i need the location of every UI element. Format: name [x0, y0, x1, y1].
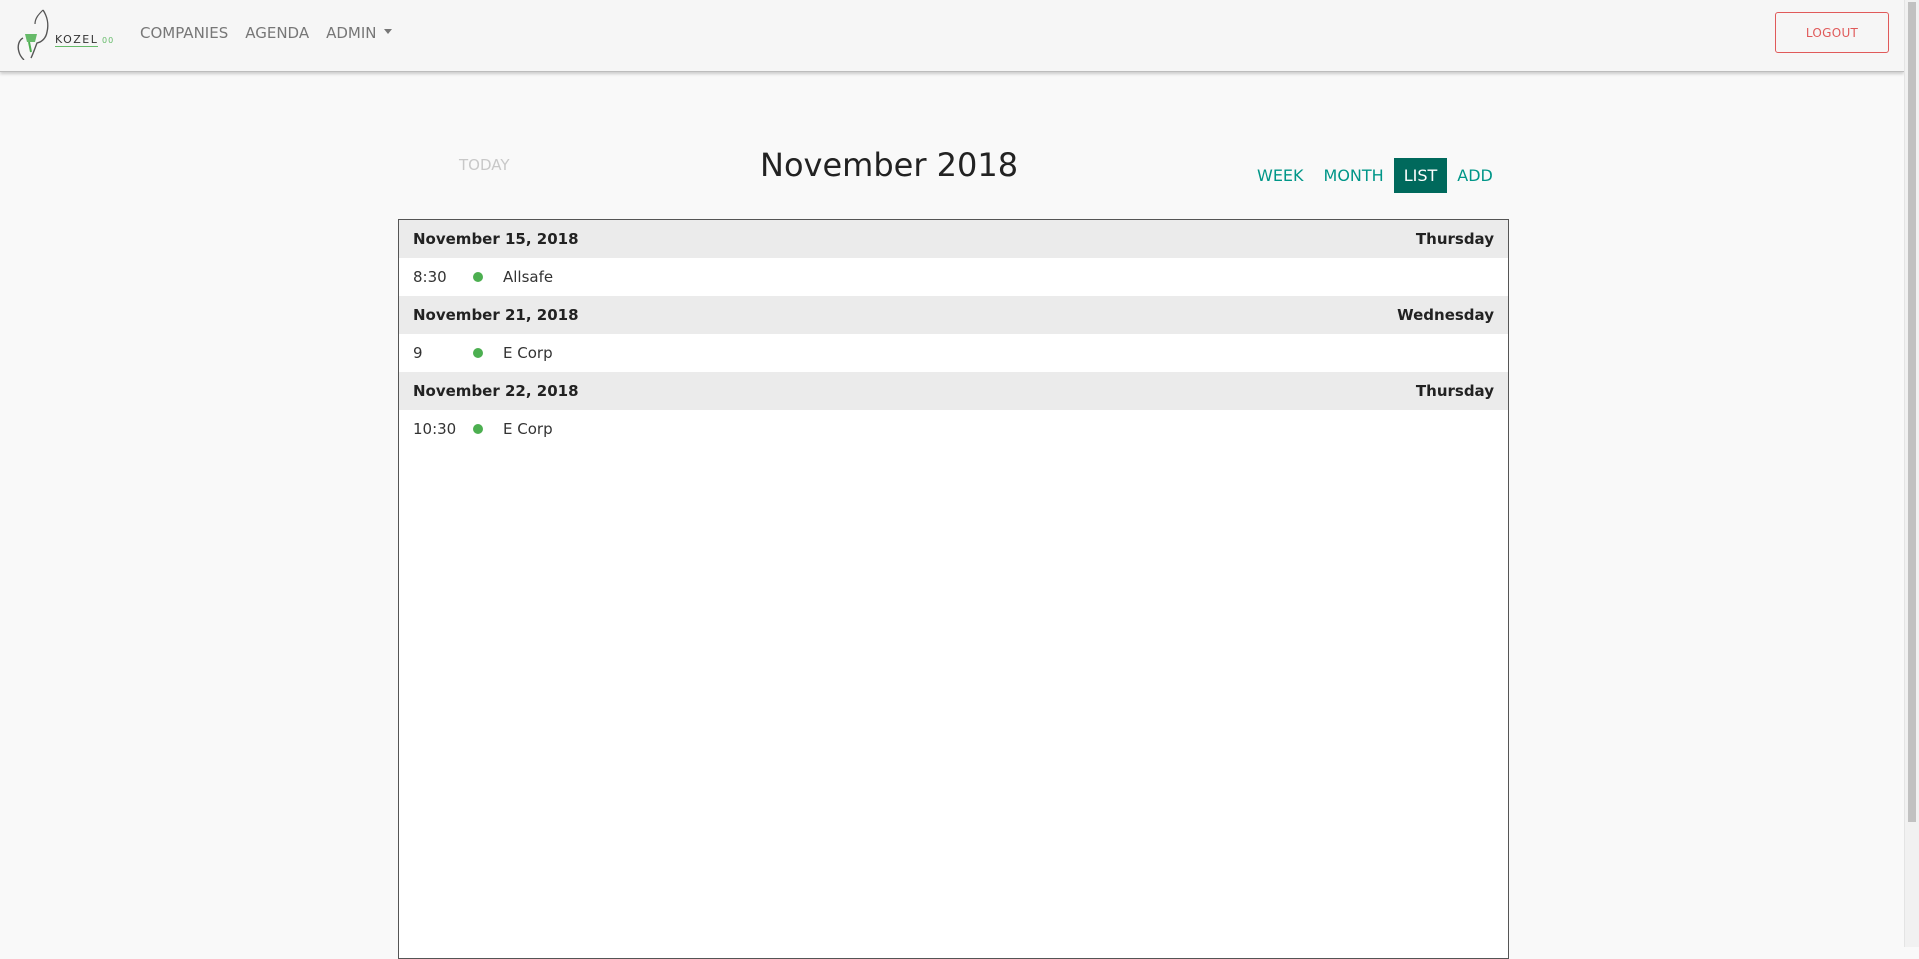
event-dot-icon [473, 424, 483, 434]
nav-admin-label: ADMIN [326, 24, 377, 42]
day-weekday: Thursday [1415, 382, 1494, 400]
event-row[interactable]: 9 E Corp [399, 334, 1508, 372]
caret-down-icon [383, 29, 392, 34]
calendar-title: November 2018 [760, 146, 1019, 184]
event-time: 8:30 [413, 268, 447, 286]
day-header: November 22, 2018 Thursday [399, 372, 1508, 410]
month-view-button[interactable]: MONTH [1314, 158, 1394, 193]
main-nav: COMPANIES AGENDA ADMIN [140, 24, 409, 42]
day-date: November 22, 2018 [413, 382, 579, 400]
top-navbar: KOZEL 00 COMPANIES AGENDA ADMIN LOGOUT [0, 0, 1904, 72]
event-list: November 15, 2018 Thursday 8:30 Allsafe … [398, 219, 1509, 959]
add-event-button[interactable]: ADD [1447, 158, 1503, 193]
week-view-button[interactable]: WEEK [1247, 158, 1314, 193]
nav-agenda[interactable]: AGENDA [245, 24, 309, 42]
day-date: November 15, 2018 [413, 230, 579, 248]
event-row[interactable]: 10:30 E Corp [399, 410, 1508, 448]
event-title: E Corp [503, 344, 553, 362]
event-time: 10:30 [413, 420, 457, 438]
view-switcher: WEEK MONTH LIST ADD [1247, 158, 1503, 193]
day-date: November 21, 2018 [413, 306, 579, 324]
kozel-logo[interactable]: KOZEL 00 [13, 8, 119, 60]
today-button[interactable]: TODAY [459, 156, 510, 174]
logout-button[interactable]: LOGOUT [1775, 12, 1889, 53]
day-header: November 15, 2018 Thursday [399, 220, 1508, 258]
event-title: E Corp [503, 420, 553, 438]
event-title: Allsafe [503, 268, 554, 286]
list-view-button[interactable]: LIST [1393, 158, 1448, 193]
elephant-logo-icon [17, 9, 49, 60]
day-header: November 21, 2018 Wednesday [399, 296, 1508, 334]
event-dot-icon [473, 272, 483, 282]
logo-suffix: 00 [102, 36, 115, 45]
page-scrollbar[interactable] [1904, 0, 1919, 947]
scrollbar-thumb[interactable] [1908, 2, 1916, 822]
day-weekday: Thursday [1415, 230, 1494, 248]
day-weekday: Wednesday [1397, 306, 1494, 324]
event-dot-icon [473, 348, 483, 358]
event-row[interactable]: 8:30 Allsafe [399, 258, 1508, 296]
nav-companies[interactable]: COMPANIES [140, 24, 228, 42]
nav-admin-dropdown[interactable]: ADMIN [326, 24, 392, 42]
logo-text: KOZEL [55, 33, 99, 47]
event-time: 9 [413, 344, 423, 362]
